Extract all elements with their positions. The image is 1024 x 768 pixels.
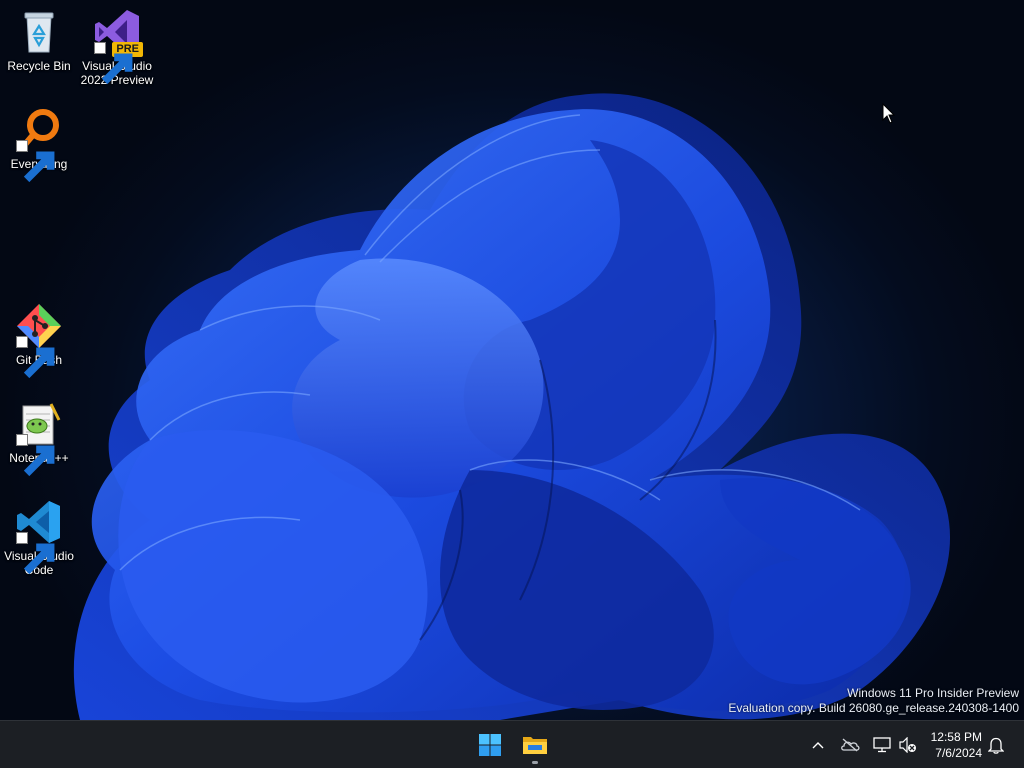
volume-muted-icon (899, 737, 916, 753)
desktop-icon-visual-studio-code[interactable]: Visual Studio Code (0, 498, 78, 577)
clock-date: 7/6/2024 (935, 746, 982, 760)
desktop-icon-label: Recycle Bin (7, 59, 71, 73)
desktop[interactable]: Recycle Bin PRE Visual Studio 2022 Previ… (0, 0, 1024, 720)
clock-time: 12:58 PM (930, 730, 982, 744)
file-explorer-icon (523, 737, 547, 754)
onedrive-tray-button[interactable] (840, 735, 860, 755)
shortcut-arrow-icon (16, 532, 55, 575)
network-icon (873, 737, 891, 753)
watermark-build: Evaluation copy. Build 26080.ge_release.… (728, 701, 1019, 715)
shortcut-arrow-icon (94, 42, 133, 85)
onedrive-icon (841, 738, 860, 752)
taskbar: 12:58 PM 7/6/2024 (0, 720, 1024, 768)
clock[interactable]: 12:58 PM 7/6/2024 (931, 729, 982, 761)
desktop-icon-git-bash[interactable]: Git Bash (0, 302, 78, 379)
desktop-icon-everything[interactable]: Everything (0, 106, 78, 183)
notification-bell-icon (988, 737, 1004, 754)
recycle-bin-icon (24, 12, 54, 53)
show-hidden-icons-button[interactable] (808, 735, 828, 755)
mouse-cursor-icon (882, 103, 896, 124)
shortcut-arrow-icon (16, 140, 55, 183)
shortcut-arrow-icon (16, 434, 55, 477)
chevron-up-icon (812, 742, 824, 749)
network-tray-button[interactable] (872, 735, 892, 755)
watermark-edition: Windows 11 Pro Insider Preview (847, 686, 1019, 700)
volume-tray-button[interactable] (898, 735, 918, 755)
desktop-icon-recycle-bin[interactable]: Recycle Bin (0, 8, 78, 73)
desktop-icon-visual-studio-2022-preview[interactable]: PRE Visual Studio 2022 Preview (78, 8, 156, 87)
file-explorer-button[interactable] (515, 725, 555, 765)
windows-start-icon (479, 734, 501, 756)
desktop-icon-notepad-plus-plus[interactable]: Notepad++ (0, 400, 78, 477)
wallpaper-bloom (73, 93, 951, 720)
start-button[interactable] (470, 725, 510, 765)
notification-center-button[interactable] (986, 735, 1006, 755)
running-indicator (532, 761, 538, 764)
shortcut-arrow-icon (16, 336, 55, 379)
